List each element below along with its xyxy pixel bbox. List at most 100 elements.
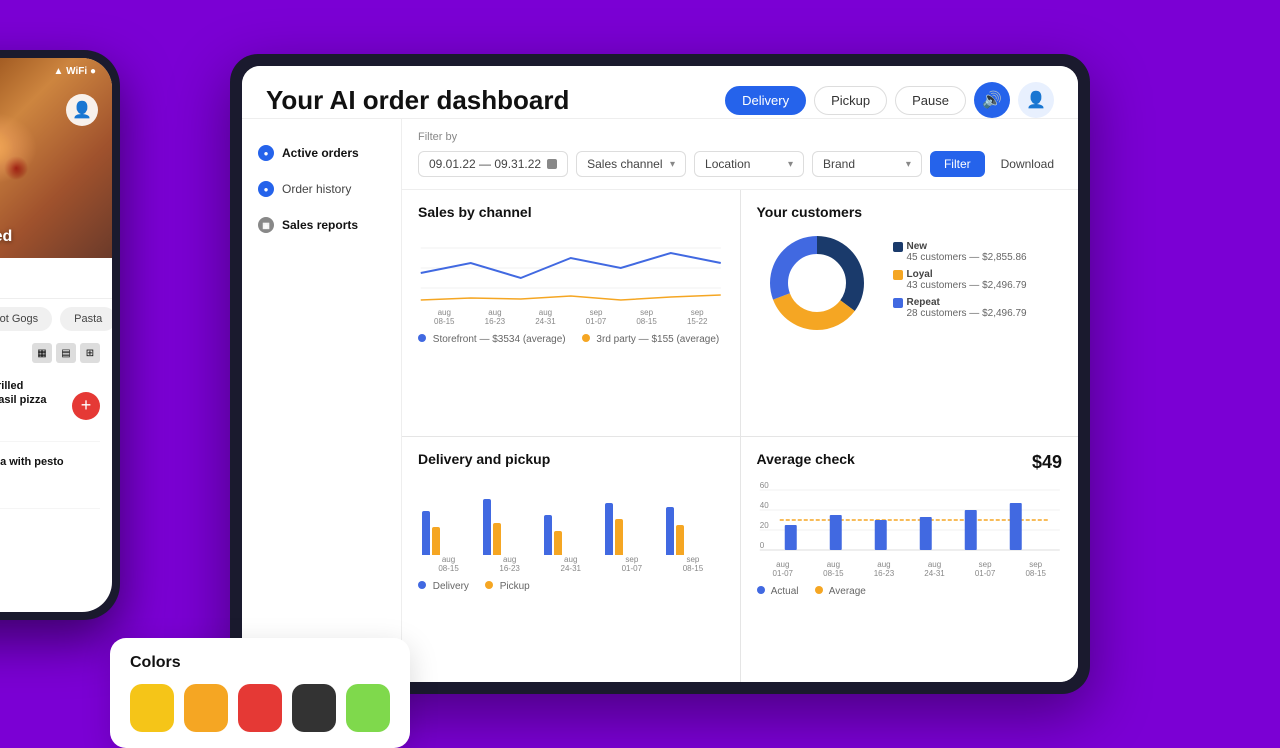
status-icons: ▲ WiFi ●: [53, 66, 96, 77]
charts-grid: Sales by channel: [402, 190, 1078, 682]
avg-check-amount: $49: [1032, 452, 1062, 473]
loyal-legend-box: [893, 270, 903, 280]
filter-button[interactable]: Filter: [930, 151, 985, 177]
dropdown-arrow-icon: ▾: [788, 159, 793, 170]
color-swatch-red[interactable]: [238, 684, 282, 732]
food-item: Margherita pizza with pesto ricotta 200g: [0, 442, 100, 509]
x-label: aug24-31: [912, 560, 957, 578]
dashboard-body: ● Active orders ● Order history ▦ Sales …: [242, 119, 1078, 682]
add-item-button[interactable]: +: [72, 392, 100, 420]
phone-tabs: Delivery Pickup: [0, 258, 112, 299]
sidebar-item-sales-reports[interactable]: ▦ Sales reports: [242, 207, 401, 243]
x-label: sep01-07: [605, 555, 658, 573]
donut-chart-area: New 45 customers — $2,855.86 Loyal 43 cu…: [757, 228, 1063, 338]
bar-group: [483, 499, 536, 555]
dropdown-arrow-icon: ▾: [670, 159, 675, 170]
delivery-bar: [483, 499, 491, 555]
user-button[interactable]: 👤: [1018, 82, 1054, 118]
sidebar-item-order-history[interactable]: ● Order history: [242, 171, 401, 207]
svg-text:0: 0: [759, 541, 764, 550]
legend-new: New 45 customers — $2,855.86: [893, 241, 1027, 263]
food-name: Chorizo, chargrilled eggplant and basil …: [0, 379, 62, 408]
sales-channel-dropdown[interactable]: Sales channel ▾: [576, 151, 686, 177]
delivery-tab[interactable]: Delivery: [725, 86, 806, 115]
svg-text:40: 40: [759, 501, 768, 510]
delivery-bar: [605, 503, 613, 555]
phone-hero-text: RestoGPT generated: [0, 228, 96, 246]
tile-view-icon[interactable]: ⊞: [80, 343, 100, 363]
pasta-category[interactable]: Pasta: [60, 307, 112, 331]
storefront-dot: [418, 334, 426, 342]
calendar-icon: [547, 159, 557, 169]
food-weight: 600g: [0, 408, 62, 419]
avg-legend: Actual Average: [757, 586, 1063, 597]
delivery-dot: [418, 581, 426, 589]
grid-view-icon[interactable]: ▤: [56, 343, 76, 363]
sound-button[interactable]: 🔊: [974, 82, 1010, 118]
header-nav: Delivery Pickup Pause 🔊 👤: [725, 82, 1054, 118]
sidebar-item-active-orders[interactable]: ● Active orders: [242, 135, 401, 171]
dashboard-title: Your AI order dashboard: [266, 85, 569, 116]
color-swatch-dark[interactable]: [292, 684, 336, 732]
list-view-icon[interactable]: ▦: [32, 343, 52, 363]
pickup-bar: [554, 531, 562, 555]
sales-reports-icon: ▦: [258, 217, 274, 233]
delivery-bar-chart: [418, 475, 724, 555]
x-label: aug16-23: [483, 555, 536, 573]
x-label: aug16-23: [473, 308, 518, 326]
x-label: aug01-07: [761, 560, 806, 578]
phone-section-header: Pizza ▦ ▤ ⊞: [0, 339, 112, 371]
delivery-pickup-card: Delivery and pickup: [402, 437, 740, 683]
legend-loyal: Loyal 43 customers — $2,496.79: [893, 269, 1027, 291]
legend-delivery: Delivery: [418, 581, 469, 592]
color-swatch-green[interactable]: [346, 684, 390, 732]
active-orders-icon: ●: [258, 145, 274, 161]
brand-dropdown[interactable]: Brand ▾: [812, 151, 922, 177]
food-name: Margherita pizza with pesto ricotta: [0, 455, 100, 484]
phone-hero-overlay: RestoGPT generated: [0, 216, 112, 258]
legend-3rdparty: 3rd party — $155 (average): [582, 334, 720, 345]
sales-legend: Storefront — $3534 (average) 3rd party —…: [418, 334, 724, 345]
delivery-bar: [422, 511, 430, 555]
order-history-icon: ●: [258, 181, 274, 197]
phone-avatar-button[interactable]: 👤: [66, 94, 98, 126]
bar-group: [666, 507, 719, 555]
bar-group: [605, 503, 658, 555]
new-legend-box: [893, 242, 903, 252]
hotgogs-category[interactable]: Hot Gogs: [0, 307, 52, 331]
view-icons: ▦ ▤ ⊞: [32, 343, 100, 363]
sidebar: ● Active orders ● Order history ▦ Sales …: [242, 119, 402, 682]
avg-check-title: Average check: [757, 451, 855, 467]
x-label: sep08-15: [1013, 560, 1058, 578]
delivery-legend: Delivery Pickup: [418, 581, 724, 592]
filter-controls: 09.01.22 — 09.31.22 Sales channel ▾ Loca…: [418, 151, 1062, 177]
colors-panel-title: Colors: [130, 654, 390, 672]
colors-panel: Colors: [110, 638, 410, 748]
pickup-bar: [493, 523, 501, 555]
location-dropdown[interactable]: Location ▾: [694, 151, 804, 177]
food-item: 🔥 Chorizo, chargrilled eggplant and basi…: [0, 371, 100, 442]
food-weight: 200g: [0, 483, 100, 494]
bar-group: [422, 511, 475, 555]
actual-dot: [757, 586, 765, 594]
x-label: sep01-07: [963, 560, 1008, 578]
download-button[interactable]: Download: [993, 151, 1062, 177]
filter-bar: Filter by 09.01.22 — 09.31.22 Sales chan…: [402, 119, 1078, 190]
date-range-picker[interactable]: 09.01.22 — 09.31.22: [418, 151, 568, 177]
color-swatch-yellow[interactable]: [130, 684, 174, 732]
sidebar-item-label: Sales reports: [282, 218, 358, 232]
tablet-frame: Your AI order dashboard Delivery Pickup …: [230, 54, 1090, 694]
customers-card: Your customers: [741, 190, 1079, 436]
location-label: Location: [705, 157, 750, 171]
sales-line-chart: [418, 228, 724, 308]
x-label: sep08-15: [624, 308, 669, 326]
x-label: aug08-15: [422, 308, 467, 326]
dropdown-arrow-icon: ▾: [906, 159, 911, 170]
pickup-tab[interactable]: Pickup: [814, 86, 887, 115]
sales-x-labels: aug08-15 aug16-23 aug24-31 sep01-07 sep0…: [418, 308, 724, 326]
pause-tab[interactable]: Pause: [895, 86, 966, 115]
color-swatch-orange[interactable]: [184, 684, 228, 732]
brand-label: Brand: [823, 157, 855, 171]
delivery-bar: [666, 507, 674, 555]
phone-hero: 9:41 ▲ WiFi ● 👤 RestoGPT generated: [0, 58, 112, 258]
